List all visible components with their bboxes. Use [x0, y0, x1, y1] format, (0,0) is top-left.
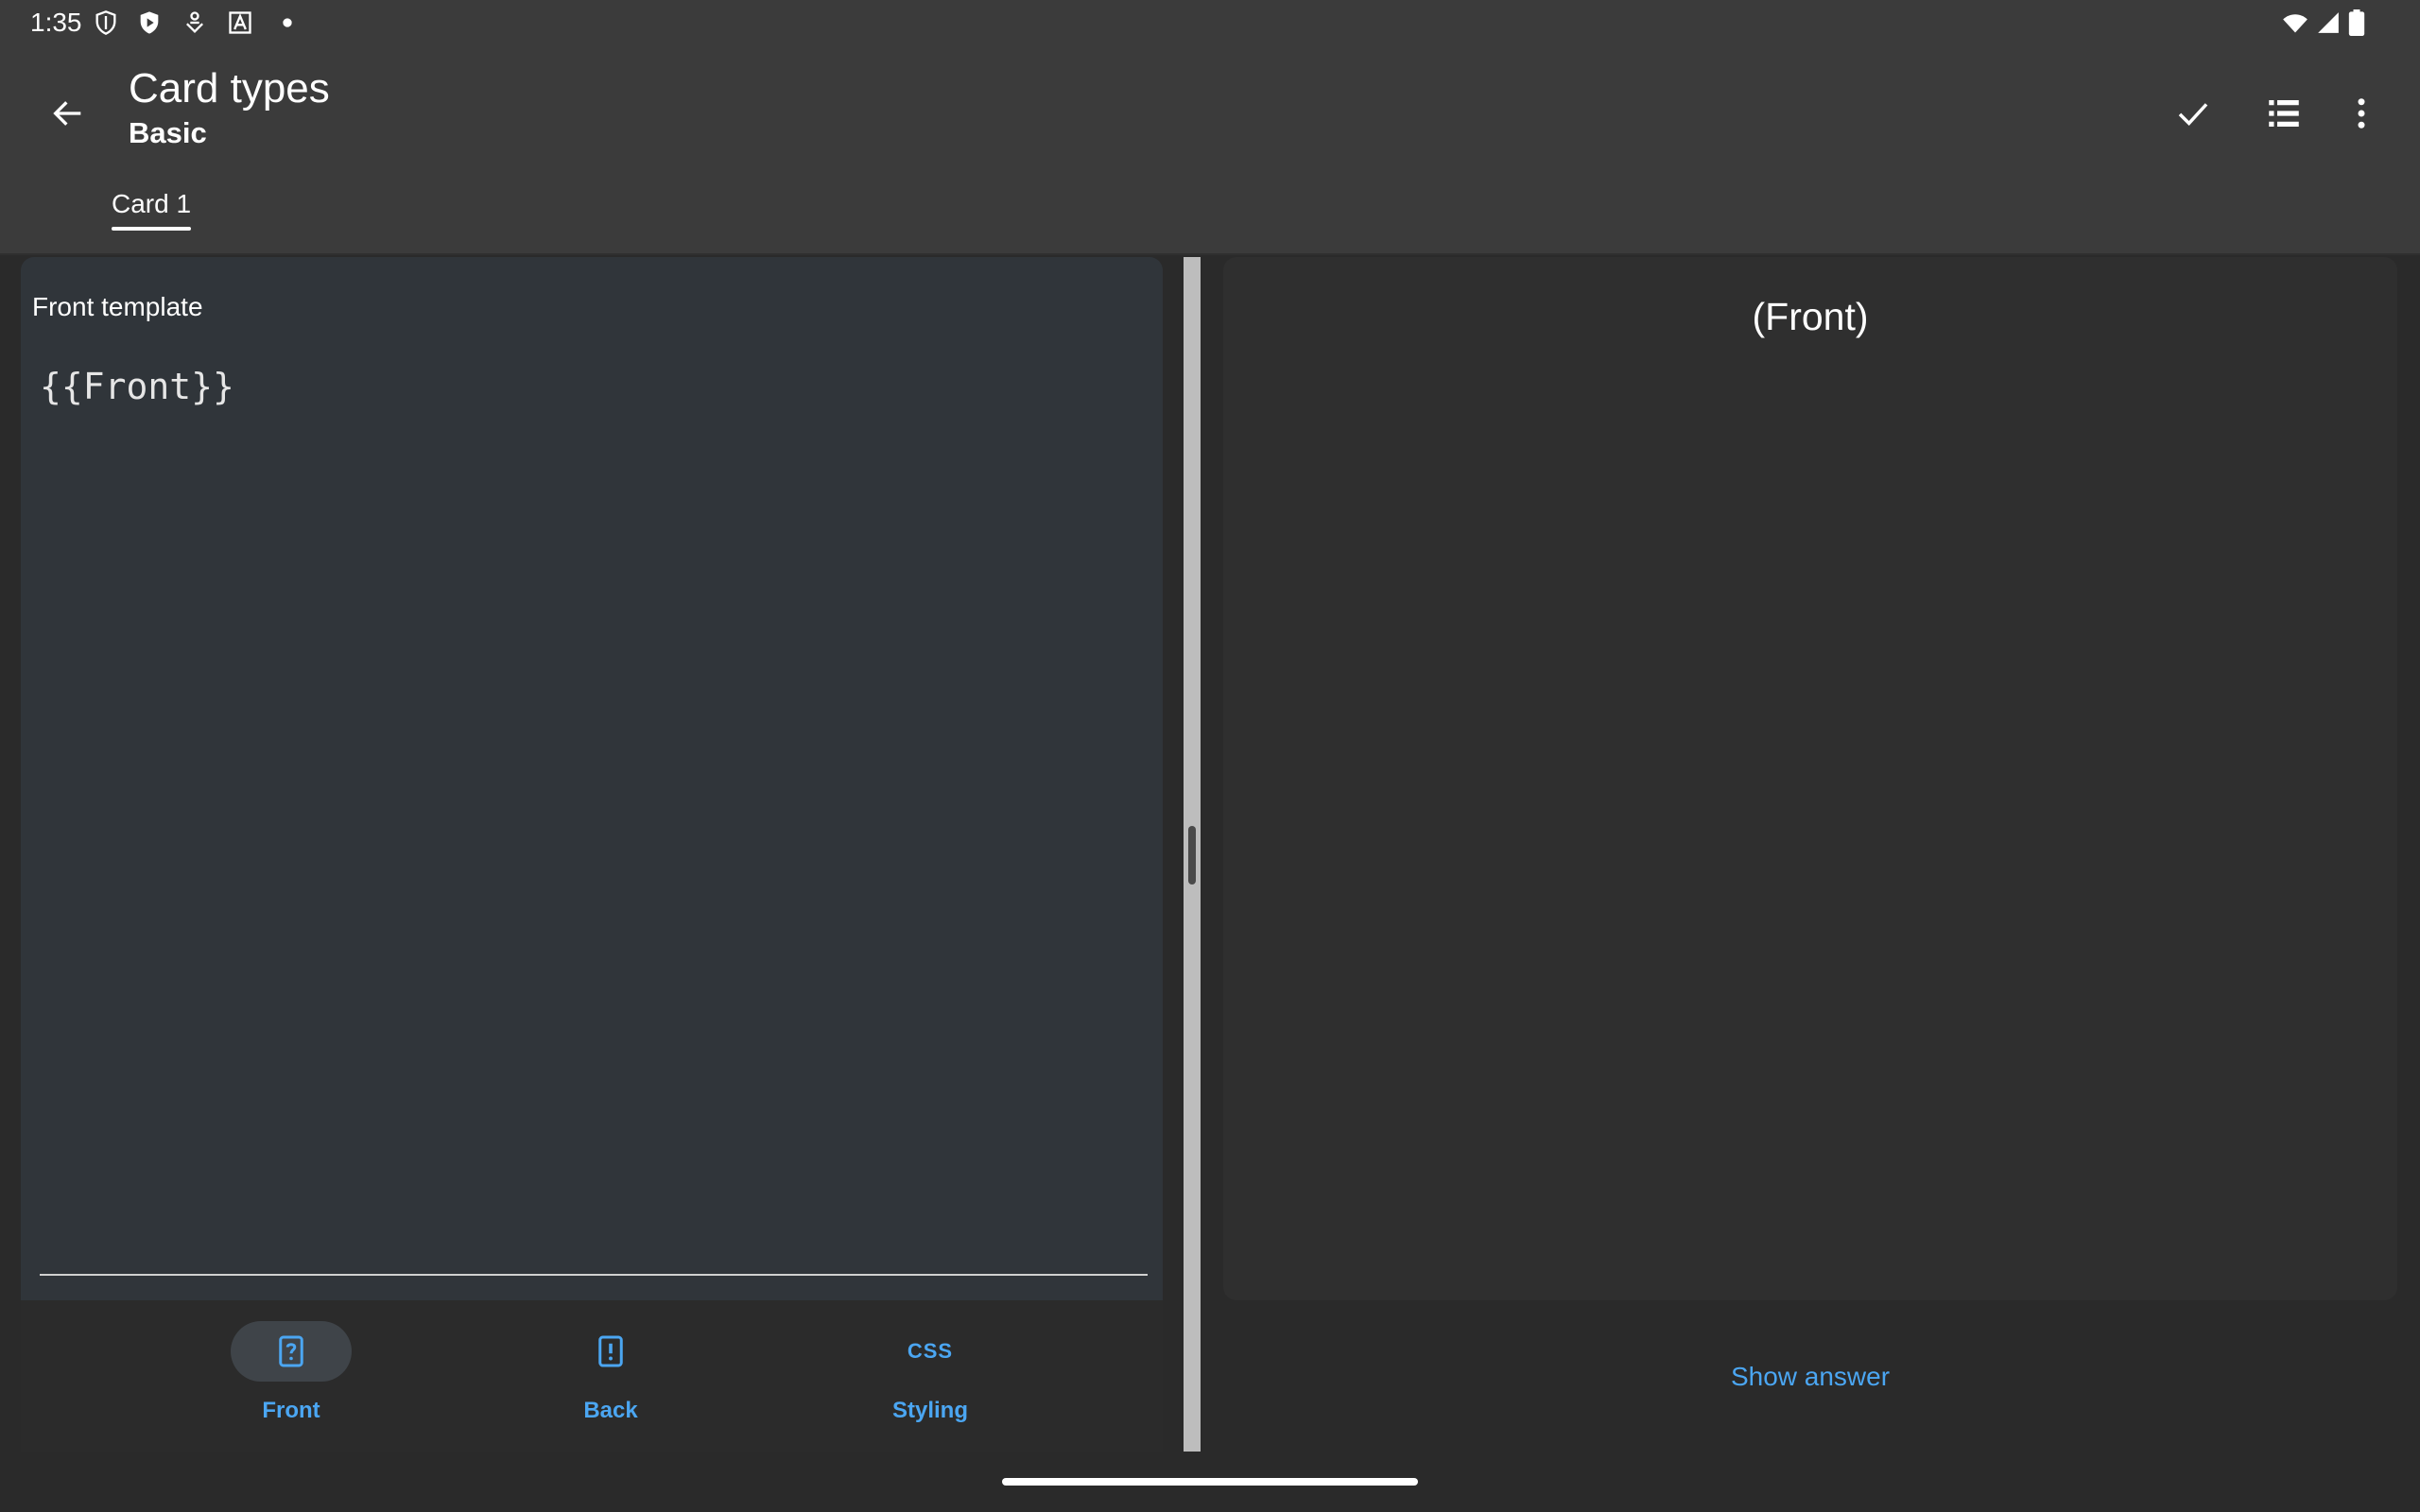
css-icon: CSS	[907, 1339, 954, 1363]
card-question-icon	[279, 1335, 303, 1367]
font-a-icon	[229, 11, 251, 34]
tab-indicator	[112, 227, 192, 231]
nav-pill-styling: CSS	[870, 1321, 991, 1382]
more-options-button[interactable]	[2331, 83, 2392, 144]
card-preview: (Front)	[1223, 257, 2397, 1300]
template-bottom-nav: Front Back CSS Styling	[21, 1300, 1163, 1452]
pane-divider[interactable]	[1184, 257, 1201, 1452]
shield-play-icon	[140, 11, 159, 34]
download-person-icon	[186, 11, 203, 33]
save-button[interactable]	[2163, 83, 2223, 144]
gesture-handle[interactable]	[1002, 1478, 1418, 1486]
arrow-back-icon	[53, 101, 81, 126]
nav-item-styling[interactable]: CSS Styling	[826, 1321, 1034, 1435]
list-icon	[2269, 100, 2299, 127]
nav-label-styling: Styling	[891, 1398, 968, 1423]
status-bar: 1:35	[0, 0, 2420, 45]
cell-signal-icon	[2318, 12, 2339, 33]
card-exclamation-icon	[598, 1335, 623, 1367]
app-bar: Card types Basic Card 1	[0, 45, 2420, 255]
page-subtitle: Basic	[129, 116, 207, 149]
template-editor-pane: Front template {{Front}}	[21, 257, 1163, 1452]
check-icon	[2178, 103, 2208, 127]
editor-underline	[40, 1274, 1148, 1276]
nav-pill-front	[231, 1321, 352, 1382]
tab-card-1[interactable]: Card 1	[104, 187, 199, 238]
battery-icon	[2348, 9, 2365, 36]
nav-label-back: Back	[583, 1398, 638, 1423]
tab-card-1-label: Card 1	[112, 189, 192, 218]
shield-outline-icon	[95, 10, 116, 35]
preview-content: (Front)	[1752, 295, 1869, 338]
nav-pill-back	[550, 1321, 671, 1382]
page-title: Card types	[129, 65, 330, 112]
nav-item-front[interactable]: Front	[187, 1321, 395, 1435]
template-editor-input[interactable]: {{Front}}	[40, 363, 1136, 571]
status-time: 1:35	[30, 8, 82, 37]
more-vert-icon	[2358, 98, 2365, 129]
card-browser-button[interactable]	[2254, 83, 2314, 144]
back-button[interactable]	[38, 83, 98, 144]
nav-label-front: Front	[262, 1398, 320, 1423]
wifi-icon	[2283, 14, 2308, 33]
navigation-gesture-area	[0, 1452, 2420, 1512]
dot-icon	[283, 18, 292, 27]
divider-drag-handle[interactable]	[1188, 826, 1196, 885]
template-editor-label: Front template	[32, 292, 203, 321]
nav-item-back[interactable]: Back	[507, 1321, 715, 1435]
show-answer-button[interactable]: Show answer	[1696, 1353, 1925, 1400]
